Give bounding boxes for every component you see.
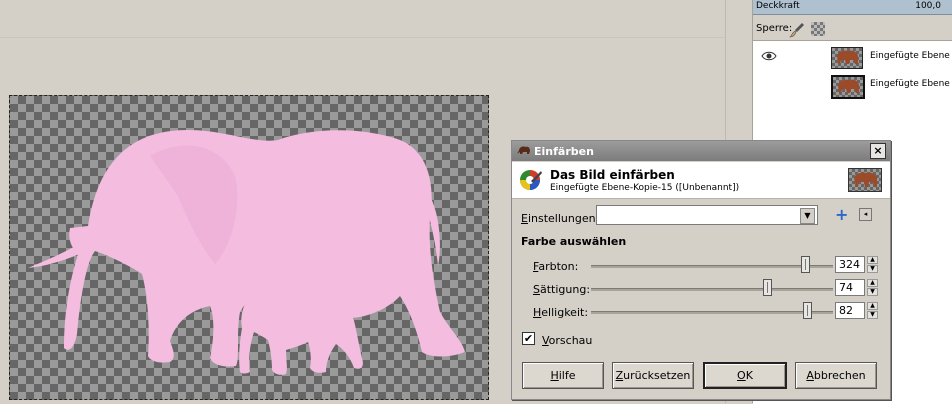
- saturation-slider-track[interactable]: [591, 288, 833, 291]
- colorize-dialog: Einfärben × Das Bild einfärben Eingefügt…: [511, 140, 891, 400]
- dialog-header-subtitle: Eingefügte Ebene-Kopie-15 ([Unbenannt]): [550, 183, 740, 193]
- lock-row: Sperre:: [753, 20, 952, 40]
- layer-row[interactable]: Eingefügte Ebene: [753, 43, 952, 71]
- pink-elephants-image: [28, 130, 465, 375]
- elephant-app-icon: [517, 145, 531, 158]
- hue-label: Farbton:: [533, 260, 579, 273]
- layer-preview-thumbnail: [848, 168, 882, 192]
- lightness-spin-input[interactable]: 82: [835, 302, 865, 319]
- add-preset-icon[interactable]: +: [835, 207, 848, 223]
- cancel-button[interactable]: Abbrechen: [795, 362, 877, 389]
- help-button[interactable]: Hilfe: [522, 362, 604, 389]
- eye-icon[interactable]: [761, 51, 777, 64]
- canvas-ruler-line: [0, 37, 725, 38]
- spin-down-icon[interactable]: ▼: [867, 311, 878, 319]
- layer-name[interactable]: Eingefügte Ebene: [870, 79, 950, 89]
- hue-slider-track[interactable]: [591, 265, 833, 268]
- hue-spin-input[interactable]: 324: [835, 256, 865, 273]
- saturation-spin-input[interactable]: 74: [835, 279, 865, 296]
- brush-lock-icon[interactable]: [789, 22, 805, 41]
- layer-name[interactable]: Eingefügte Ebene: [870, 51, 950, 61]
- preview-checkbox[interactable]: ✔: [522, 332, 535, 345]
- preset-menu-icon[interactable]: ◂: [859, 208, 872, 221]
- hue-spin-buttons[interactable]: ▲ ▼: [867, 256, 878, 273]
- opacity-label: Deckkraft: [756, 1, 800, 11]
- saturation-spin-buttons[interactable]: ▲ ▼: [867, 279, 878, 296]
- alpha-lock-icon[interactable]: [811, 22, 825, 36]
- lightness-slider-thumb[interactable]: [803, 302, 812, 319]
- lightness-label: Helligkeit:: [533, 306, 589, 319]
- close-icon[interactable]: ×: [870, 143, 886, 159]
- colorize-icon: [517, 167, 543, 196]
- spin-up-icon[interactable]: ▲: [867, 302, 878, 310]
- opacity-slider[interactable]: Deckkraft 100,0: [753, 0, 952, 15]
- chevron-down-icon[interactable]: ▼: [800, 208, 815, 224]
- layer-boundary[interactable]: [9, 95, 489, 400]
- reset-button[interactable]: Zurücksetzen: [612, 362, 694, 389]
- dialog-header-title: Das Bild einfärben: [550, 168, 675, 182]
- settings-label: Einstellungen:: [521, 212, 600, 225]
- settings-combo[interactable]: ▼: [596, 205, 818, 225]
- layer-thumbnail: [831, 47, 863, 69]
- spin-down-icon[interactable]: ▼: [867, 288, 878, 296]
- dialog-header: Das Bild einfärben Eingefügte Ebene-Kopi…: [512, 162, 890, 199]
- lightness-slider-track[interactable]: [591, 311, 833, 314]
- lock-label: Sperre:: [756, 23, 793, 34]
- lightness-spin-buttons[interactable]: ▲ ▼: [867, 302, 878, 319]
- layer-row[interactable]: Eingefügte Ebene: [753, 71, 952, 99]
- hue-slider-thumb[interactable]: [801, 256, 810, 273]
- spin-up-icon[interactable]: ▲: [867, 279, 878, 287]
- dialog-titlebar[interactable]: Einfärben ×: [512, 141, 890, 161]
- saturation-slider-thumb[interactable]: [763, 279, 772, 296]
- ok-button[interactable]: OK: [703, 362, 787, 389]
- spin-up-icon[interactable]: ▲: [867, 256, 878, 264]
- spin-down-icon[interactable]: ▼: [867, 265, 878, 273]
- layer-thumbnail: [831, 75, 865, 99]
- opacity-value: 100,0: [915, 1, 941, 11]
- preview-label[interactable]: Vorschau: [542, 334, 592, 347]
- saturation-label: Sättigung:: [533, 283, 591, 296]
- dialog-title: Einfärben: [534, 145, 594, 158]
- section-title: Farbe auswählen: [521, 235, 627, 248]
